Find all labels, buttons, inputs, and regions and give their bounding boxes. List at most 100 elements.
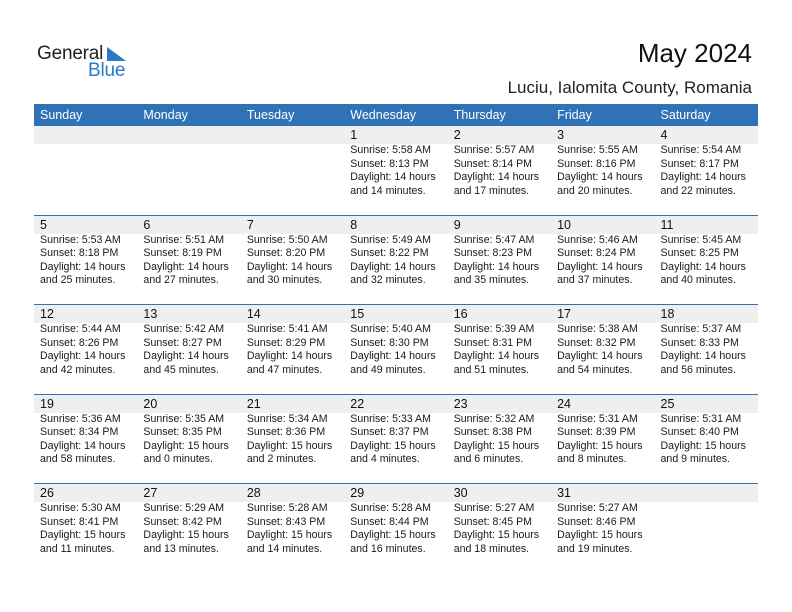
sunrise-text: Sunrise: 5:29 AM <box>143 502 225 514</box>
day-number: 4 <box>660 128 668 142</box>
minutes-text: and 16 minutes. <box>350 542 426 555</box>
minutes-text: and 17 minutes. <box>453 184 530 197</box>
day-cell: Sunrise: 5:53 AM Sunset: 8:18 PM Daylight:… <box>34 234 137 288</box>
minutes-text: and 20 minutes. <box>557 184 633 197</box>
daylight-text: Daylight: 14 hours <box>660 260 746 273</box>
sunset-text: Sunset: 8:24 PM <box>557 247 636 260</box>
sunrise-text: Sunrise: 5:49 AM <box>350 233 431 246</box>
week-row: 26 27 28 29 30 31 Sunrise: 5:30 AM Sunset: 8:41… <box>34 483 758 573</box>
weekday-header: Wednesday <box>350 108 417 122</box>
daylight-text: Daylight: 14 hours <box>350 350 436 363</box>
minutes-text: and 49 minutes. <box>350 363 426 376</box>
minutes-text: and 54 minutes. <box>557 363 633 376</box>
day-cell: Sunrise: 5:42 AM Sunset: 8:27 PM Daylight:… <box>137 323 240 377</box>
day-number: 1 <box>350 128 358 142</box>
sunset-text: Sunset: 8:23 PM <box>453 247 533 260</box>
day-number: 18 <box>660 307 675 321</box>
minutes-text: and 37 minutes. <box>557 274 633 287</box>
day-number: 26 <box>40 486 54 500</box>
sunset-text: Sunset: 8:32 PM <box>557 336 636 349</box>
sunrise-text: Sunrise: 5:35 AM <box>143 412 225 425</box>
daylight-text: Daylight: 14 hours <box>557 171 643 184</box>
day-number: 21 <box>246 396 261 411</box>
day-number: 23 <box>453 396 468 411</box>
day-number: 15 <box>350 307 365 321</box>
sunset-text: Sunset: 8:44 PM <box>350 515 429 528</box>
minutes-text: and 42 minutes. <box>40 363 116 376</box>
sunrise-text: Sunrise: 5:44 AM <box>40 323 121 335</box>
day-number: 8 <box>350 217 358 232</box>
sunset-text: Sunset: 8:34 PM <box>40 426 119 439</box>
day-number: 11 <box>660 217 674 232</box>
location-subtitle: Luciu, Ialomita County, Romania <box>507 78 752 97</box>
minutes-text: and 47 minutes. <box>246 363 323 376</box>
day-number: 6 <box>143 217 151 232</box>
minutes-text: and 22 minutes. <box>660 184 736 197</box>
day-number <box>34 126 137 144</box>
minutes-text: and 11 minutes. <box>40 542 115 555</box>
minutes-text: and 30 minutes. <box>246 274 323 287</box>
daylight-text: Daylight: 14 hours <box>453 171 540 184</box>
day-details-row: Sunrise: 5:44 AM Sunset: 8:26 PM Daylight:… <box>34 323 758 377</box>
day-cell: Sunrise: 5:34 AM Sunset: 8:36 PM Daylight:… <box>241 413 344 467</box>
weekday-header: Tuesday <box>246 108 295 122</box>
day-cell: Sunrise: 5:55 AM Sunset: 8:16 PM Daylight:… <box>551 144 654 198</box>
daylight-text: Daylight: 15 hours <box>40 529 126 542</box>
daylight-text: Daylight: 14 hours <box>453 260 540 273</box>
day-cell: Sunrise: 5:38 AM Sunset: 8:32 PM Daylight:… <box>551 323 654 377</box>
daylight-text: Daylight: 14 hours <box>246 350 333 363</box>
sunrise-text: Sunrise: 5:47 AM <box>453 233 535 246</box>
day-cell: Sunrise: 5:44 AM Sunset: 8:26 PM Daylight:… <box>34 323 137 377</box>
weekday-header: Sunday <box>40 108 83 122</box>
day-cell: Sunrise: 5:57 AM Sunset: 8:14 PM Daylight:… <box>448 144 551 198</box>
sunrise-text: Sunrise: 5:50 AM <box>246 233 328 246</box>
day-cell: Sunrise: 5:35 AM Sunset: 8:35 PM Daylight:… <box>137 413 240 467</box>
week-row: 19 20 21 22 23 24 25 Sunrise: 5:36 AM Sunset: 8:… <box>34 393 758 484</box>
logo-triangle-icon <box>107 47 126 61</box>
sunset-text: Sunset: 8:41 PM <box>40 515 119 528</box>
sunset-text: Sunset: 8:29 PM <box>246 336 326 349</box>
date-band: 26 27 28 29 30 31 <box>34 484 758 502</box>
day-number: 7 <box>246 217 254 232</box>
day-number: 14 <box>246 307 261 321</box>
weeks-container: 1 2 3 4 Sunrise: 5:58 AM Sunset: 8:13 PM Dayli… <box>34 126 758 573</box>
sunset-text: Sunset: 8:31 PM <box>453 336 533 349</box>
day-number: 20 <box>143 396 158 411</box>
day-number <box>241 126 344 144</box>
sunrise-text: Sunrise: 5:38 AM <box>557 323 638 335</box>
week-row: 12 13 14 15 16 17 18 Sunrise: 5:44 AM Sunset: 8:… <box>34 304 758 394</box>
sunset-text: Sunset: 8:30 PM <box>350 336 429 349</box>
daylight-text: Daylight: 14 hours <box>143 350 229 363</box>
day-cell: Sunrise: 5:30 AM Sunset: 8:41 PM Daylight:… <box>34 502 137 556</box>
day-cell: Sunrise: 5:33 AM Sunset: 8:37 PM Daylight:… <box>344 413 447 467</box>
day-cell: Sunrise: 5:54 AM Sunset: 8:17 PM Daylight:… <box>655 144 758 198</box>
minutes-text: and 19 minutes. <box>557 542 633 555</box>
weekday-header: Friday <box>557 108 592 122</box>
day-number: 16 <box>453 307 468 321</box>
day-number: 25 <box>660 396 675 411</box>
daylight-text: Daylight: 15 hours <box>660 439 746 452</box>
sunset-text: Sunset: 8:18 PM <box>40 247 119 260</box>
week-row: 5 6 7 8 9 10 11 Sunrise: 5:53 AM Sunset: 8:18 PM… <box>34 214 758 305</box>
sunset-text: Sunset: 8:20 PM <box>246 247 326 260</box>
minutes-text: and 18 minutes. <box>453 542 530 555</box>
sunset-text: Sunset: 8:39 PM <box>557 426 636 439</box>
daylight-text: Daylight: 15 hours <box>557 439 643 452</box>
brand-word-blue: Blue <box>88 60 126 81</box>
day-cell: Sunrise: 5:46 AM Sunset: 8:24 PM Daylight:… <box>551 234 654 288</box>
page-title: May 2024 <box>637 38 752 68</box>
day-cell: Sunrise: 5:27 AM Sunset: 8:46 PM Daylight:… <box>551 502 654 556</box>
sunrise-text: Sunrise: 5:45 AM <box>660 233 742 246</box>
sunrise-text: Sunrise: 5:51 AM <box>143 233 225 246</box>
date-band: 5 6 7 8 9 10 11 <box>34 215 758 234</box>
day-cell: Sunrise: 5:31 AM Sunset: 8:39 PM Daylight:… <box>551 413 654 467</box>
day-cell: Sunrise: 5:36 AM Sunset: 8:34 PM Daylight:… <box>34 413 137 467</box>
brand-logo: General Blue <box>37 43 137 83</box>
daylight-text: Daylight: 14 hours <box>660 171 746 184</box>
daylight-text: Daylight: 15 hours <box>557 529 643 542</box>
sunrise-text: Sunrise: 5:58 AM <box>350 144 431 156</box>
sunrise-text: Sunrise: 5:53 AM <box>40 233 121 246</box>
day-number: 30 <box>453 486 468 500</box>
daylight-text: Daylight: 14 hours <box>660 350 746 363</box>
day-number: 12 <box>40 307 54 321</box>
